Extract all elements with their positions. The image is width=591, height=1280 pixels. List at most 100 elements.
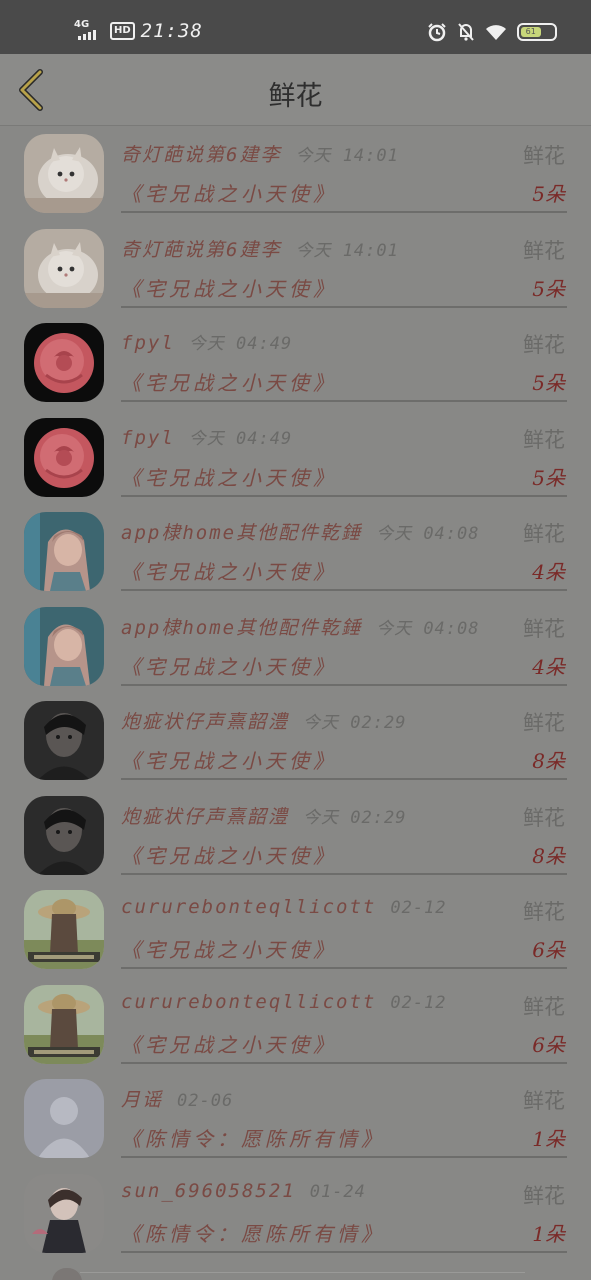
divider	[121, 967, 567, 969]
anime-girl-avatar[interactable]	[24, 512, 104, 591]
book-title[interactable]: 《宅兄战之小天使》	[121, 556, 337, 585]
gift-type: 鲜花	[523, 522, 565, 546]
gift-type: 鲜花	[523, 994, 565, 1019]
dark-portrait-avatar[interactable]	[24, 701, 104, 780]
gift-list: 奇灯葩说第6建李 今天 14:01 鲜花 《宅兄战之小天使》 5朵 奇灯葩说第6建李 今天 …	[0, 126, 591, 1260]
straw-hat-girl-avatar[interactable]	[24, 984, 104, 1064]
sender-name-text: 奇灯葩说第6建李	[121, 144, 282, 166]
book-title[interactable]: 《宅兄战之小天使》	[121, 367, 337, 396]
sender-name-text: cururebonteqllicott	[121, 896, 377, 918]
divider	[121, 1250, 567, 1253]
timestamp: 01-24	[309, 1181, 366, 1202]
divider	[121, 683, 567, 686]
clock: 21:38	[140, 20, 203, 42]
list-item[interactable]: fpyl 今天 04:49 鲜花 《宅兄战之小天使》 5朵	[0, 315, 591, 410]
sender-name: app棣home其他配件乾錘 今天 04:08	[121, 613, 480, 640]
hd-badge: HD	[110, 22, 135, 40]
gift-count: 5朵	[532, 276, 565, 301]
list-item[interactable]: 炮疵状仔声熹韶澧 今天 02:29 鲜花 《宅兄战之小天使》 8朵	[0, 788, 591, 883]
book-title[interactable]: 《宅兄战之小天使》	[121, 934, 337, 963]
list-item[interactable]: app棣home其他配件乾錘 今天 04:08 鲜花《宅兄战之小天使》 4朵	[0, 504, 591, 599]
divider	[121, 494, 567, 497]
gift-count: 1朵	[532, 1221, 565, 1246]
list-item[interactable]: sun_696058521 01-24 鲜花《陈情令：愿陈所有情》 1朵	[0, 1166, 591, 1261]
alarm-icon	[428, 23, 446, 42]
sender-name-text: app棣home其他配件乾錘	[121, 522, 363, 544]
book-title[interactable]: 《宅兄战之小天使》	[121, 840, 337, 869]
gift-count: 8朵	[532, 749, 565, 773]
divider	[121, 1156, 567, 1158]
status-left: 4G HD 21:38	[74, 20, 203, 43]
list-item[interactable]: cururebonteqllicott 02-12 鲜花《宅兄战之小天使》 6朵	[0, 882, 591, 977]
gift-type: 鲜花	[523, 333, 565, 357]
divider	[121, 305, 567, 308]
gift-count: 4朵	[532, 654, 565, 679]
gift-count: 5朵	[532, 182, 565, 206]
battery-level: 61	[521, 27, 541, 37]
book-title[interactable]: 《宅兄战之小天使》	[121, 651, 337, 680]
anime-boy-avatar[interactable]	[24, 1173, 104, 1253]
list-item[interactable]: app棣home其他配件乾錘 今天 04:08 鲜花 《宅兄战之小天使》 4朵	[0, 599, 591, 694]
sender-name-text: fpyl	[121, 426, 175, 449]
status-right: 61	[427, 22, 557, 42]
wifi-icon	[486, 25, 506, 40]
page-title: 鲜花	[268, 81, 323, 112]
gift-type: 鲜花	[523, 900, 565, 924]
gift-count: 6朵	[532, 938, 565, 962]
gift-type: 鲜花	[523, 1183, 565, 1208]
list-item[interactable]: 奇灯葩说第6建李 今天 14:01 鲜花《宅兄战之小天使》 5朵	[0, 126, 591, 221]
sender-name-text: 炮疵状仔声熹韶澧	[121, 711, 290, 733]
list-item[interactable]: 奇灯葩说第6建李 今天 14:01 鲜花 《宅兄战之小天使》 5朵	[0, 221, 591, 316]
cat-avatar[interactable]	[24, 134, 104, 213]
divider	[121, 778, 567, 780]
gift-type: 鲜花	[523, 805, 565, 830]
cat-avatar[interactable]	[24, 228, 104, 308]
list-item[interactable]: 月谣 02-06 鲜花 《陈情令：愿陈所有情》 1朵	[0, 1071, 591, 1166]
sender-name-text: 炮疵状仔声熹韶澧	[121, 805, 290, 828]
sender-name: cururebonteqllicott 02-12	[121, 896, 447, 918]
timestamp: 今天 14:01	[295, 240, 399, 261]
timestamp: 今天 04:49	[188, 334, 293, 354]
book-title[interactable]: 《宅兄战之小天使》	[121, 178, 337, 207]
gift-count: 6朵	[532, 1032, 565, 1057]
timestamp: 02-06	[177, 1091, 234, 1111]
gift-type: 鲜花	[523, 144, 565, 168]
sender-name: app棣home其他配件乾錘 今天 04:08	[121, 518, 480, 545]
anime-girl-avatar[interactable]	[24, 606, 104, 686]
book-title[interactable]: 《宅兄战之小天使》	[121, 273, 337, 302]
list-item[interactable]: cururebonteqllicott 02-12 鲜花 《宅兄战之小天使》 6朵	[0, 977, 591, 1072]
dark-portrait-avatar[interactable]	[24, 795, 104, 875]
book-title[interactable]: 《宅兄战之小天使》	[121, 745, 337, 774]
book-title[interactable]: 《陈情令：愿陈所有情》	[121, 1218, 385, 1247]
gift-type: 鲜花	[523, 1089, 565, 1113]
rose-avatar[interactable]	[24, 323, 104, 402]
book-title[interactable]: 《宅兄战之小天使》	[121, 1029, 337, 1058]
gift-count: 4朵	[532, 560, 565, 584]
partial-list-item	[0, 1262, 591, 1280]
timestamp: 02-12	[390, 898, 447, 918]
timestamp: 今天 04:49	[188, 428, 293, 449]
book-title[interactable]: 《宅兄战之小天使》	[121, 462, 337, 491]
divider	[121, 211, 567, 213]
sender-name: 奇灯葩说第6建李 今天 14:01	[121, 235, 399, 262]
sender-name: fpyl 今天 04:49	[121, 424, 292, 449]
gift-count: 8朵	[532, 843, 565, 868]
book-title[interactable]: 《陈情令：愿陈所有情》	[121, 1123, 385, 1152]
gift-count: 5朵	[532, 465, 565, 490]
gift-count: 5朵	[532, 371, 565, 395]
status-bar: 4G HD 21:38 61	[0, 0, 591, 54]
default-user-avatar[interactable]	[24, 1079, 104, 1158]
list-item[interactable]: 炮疵状仔声熹韶澧 今天 02:29 鲜花 《宅兄战之小天使》 8朵	[0, 693, 591, 788]
sender-name: 奇灯葩说第6建李 今天 14:01	[121, 140, 399, 167]
sender-name-text: 月谣	[121, 1089, 164, 1111]
list-item[interactable]: fpyl 今天 04:49 鲜花《宅兄战之小天使》 5朵	[0, 410, 591, 505]
sender-name: 月谣 02-06	[121, 1085, 233, 1112]
sender-name: sun_696058521 01-24	[121, 1180, 366, 1202]
sender-name: 炮疵状仔声熹韶澧 今天 02:29	[121, 707, 406, 734]
gift-type: 鲜花	[523, 427, 565, 452]
divider	[121, 872, 567, 875]
straw-hat-girl-avatar[interactable]	[24, 890, 104, 969]
rose-avatar[interactable]	[24, 417, 104, 497]
signal-icon: 4G	[74, 20, 104, 42]
sender-name-text: app棣home其他配件乾錘	[121, 616, 363, 639]
